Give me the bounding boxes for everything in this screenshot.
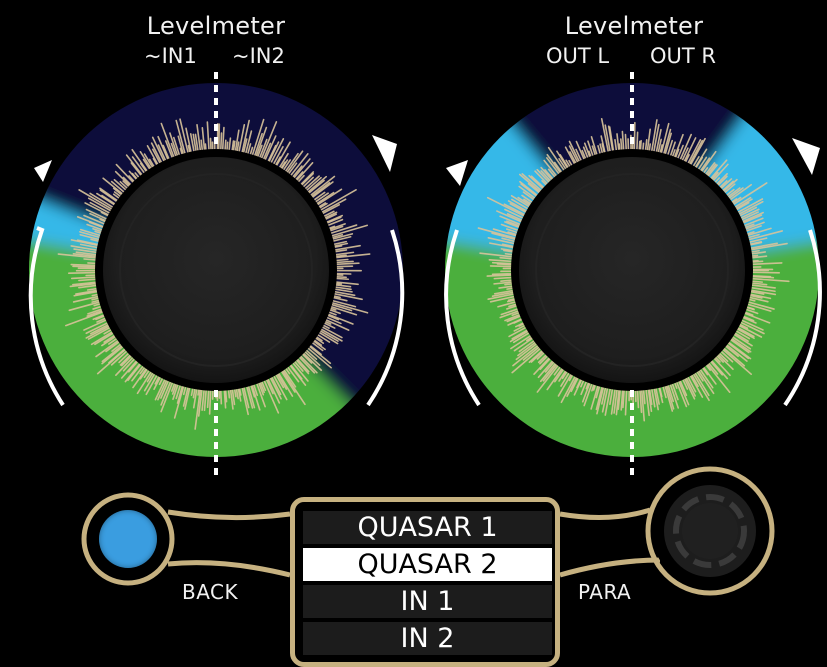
meter-title-left: Levelmeter	[136, 12, 296, 40]
menu-item-quasar-2[interactable]: QUASAR 2	[303, 548, 552, 581]
menu-item-in-1[interactable]: IN 1	[303, 585, 552, 618]
menu-item-quasar-1[interactable]: QUASAR 1	[303, 511, 552, 544]
levelmeter-left	[0, 30, 456, 510]
channel-label-outl: OUT L	[546, 44, 609, 68]
menu-item-in-2[interactable]: IN 2	[303, 622, 552, 655]
para-label: PARA	[578, 580, 631, 604]
level-knob-left[interactable]	[103, 157, 329, 383]
levelmeter-right	[392, 30, 827, 510]
para-knob[interactable]	[652, 473, 768, 589]
level-knob-right[interactable]	[519, 157, 745, 383]
back-label: BACK	[182, 580, 238, 604]
channel-label-outr: OUT R	[650, 44, 716, 68]
menu-display: QUASAR 1 QUASAR 2 IN 1 IN 2	[290, 497, 560, 667]
arrow-up-icon	[34, 160, 52, 182]
arrow-up-icon	[372, 135, 397, 172]
channel-label-in2: ~IN2	[232, 44, 285, 68]
arrow-up-icon	[446, 160, 468, 186]
back-button[interactable]	[99, 510, 157, 568]
arrow-up-icon	[792, 138, 820, 175]
channel-label-in1: ~IN1	[144, 44, 197, 68]
meter-title-right: Levelmeter	[554, 12, 714, 40]
